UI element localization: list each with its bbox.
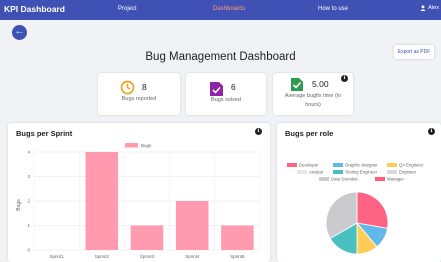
back-button[interactable]: ←: [12, 25, 27, 40]
legend-swatch: [287, 163, 297, 167]
bugs-per-sprint-panel: Bugs per Sprint i Bugs 0 1 2 3 4 Sprint1 Sprin…: [8, 123, 270, 262]
y-tick-label: 3: [27, 174, 30, 179]
clock-icon: [120, 80, 135, 95]
legend-label: QA Engineer: [399, 163, 424, 168]
nav-dashboards[interactable]: Dashboards: [213, 6, 245, 12]
stat-card-bugs-reported: 8 Bugs reported: [98, 73, 180, 115]
legend-label: Manager: [387, 177, 405, 182]
export-pdf-button[interactable]: Export as PDF: [394, 45, 434, 59]
bugs-per-role-panel: Bugs per role i Developer Graphic designe…: [277, 123, 441, 262]
x-tick-label: Sprint4: [185, 254, 200, 259]
user-icon: [420, 5, 426, 11]
pie-chart: Developer Graphic designer QA Engineer Anal…: [287, 163, 424, 255]
x-tick-label: Sprint3: [140, 254, 155, 259]
stat-value: 5.00: [312, 79, 329, 89]
stat-label: Bugs solved: [211, 97, 241, 103]
stat-card-avg-bugfix-time: 5.00 i Average bugfix time (in hours): [273, 73, 353, 115]
y-axis-label: Bugs: [16, 199, 22, 211]
x-tick-label: Sprint5: [230, 254, 245, 259]
legend-swatch: [375, 177, 385, 181]
user-menu[interactable]: Alex: [420, 5, 439, 11]
pie-slice: [356, 191, 389, 229]
legend-swatch: [297, 170, 307, 174]
check-doc-icon: [291, 78, 303, 91]
stat-label: Bugs reported: [121, 96, 157, 102]
legend-swatch: [387, 163, 397, 167]
legend-swatch: [333, 163, 343, 167]
bar: [85, 152, 119, 250]
legend-label: Testing Engineer: [345, 170, 378, 175]
arrow-left-icon: ←: [14, 26, 25, 37]
legend-swatch: [319, 177, 329, 181]
user-name: Alex: [428, 5, 439, 11]
legend-label: Graphic designer: [345, 163, 378, 168]
y-tick-label: 0: [27, 248, 30, 253]
stat-value: 8: [142, 82, 147, 92]
legend-label: Analyst: [309, 170, 324, 175]
x-tick-label: Sprint2: [95, 254, 110, 259]
legend-swatch: [125, 143, 138, 148]
bug-check-icon: [210, 82, 223, 96]
nav-how-to-use[interactable]: How to use: [318, 6, 348, 12]
page-title: Bug Management Dashboard: [145, 51, 296, 63]
x-tick-label: Sprint1: [49, 254, 64, 259]
nav-project[interactable]: Project: [118, 6, 137, 12]
y-tick-label: 4: [27, 150, 30, 155]
bar: [221, 225, 254, 250]
stat-card-bugs-solved: 6 Bugs solved: [186, 73, 266, 115]
stat-label: Average bugfix time (in hours): [284, 93, 342, 108]
y-tick-label: 1: [27, 223, 30, 228]
bar: [130, 225, 164, 250]
top-nav-bar: KPI Dashboard Project Dashboards How to …: [0, 0, 441, 20]
y-tick-label: 2: [27, 199, 30, 204]
legend-label: Data Scientist: [331, 177, 358, 182]
legend-label: Bugs: [141, 143, 152, 148]
stat-value: 6: [231, 82, 236, 92]
bar-chart: Bugs 0 1 2 3 4 Sprint1 Sprint2 Sprint3 Sprint4 Sp…: [16, 143, 261, 259]
legend-swatch: [387, 170, 397, 174]
bar: [175, 201, 209, 250]
legend-label: Developer: [299, 163, 319, 168]
legend-label: Engineer: [399, 170, 417, 175]
legend-swatch: [333, 170, 343, 174]
info-icon[interactable]: i: [341, 75, 348, 82]
app-brand[interactable]: KPI Dashboard: [4, 4, 65, 14]
